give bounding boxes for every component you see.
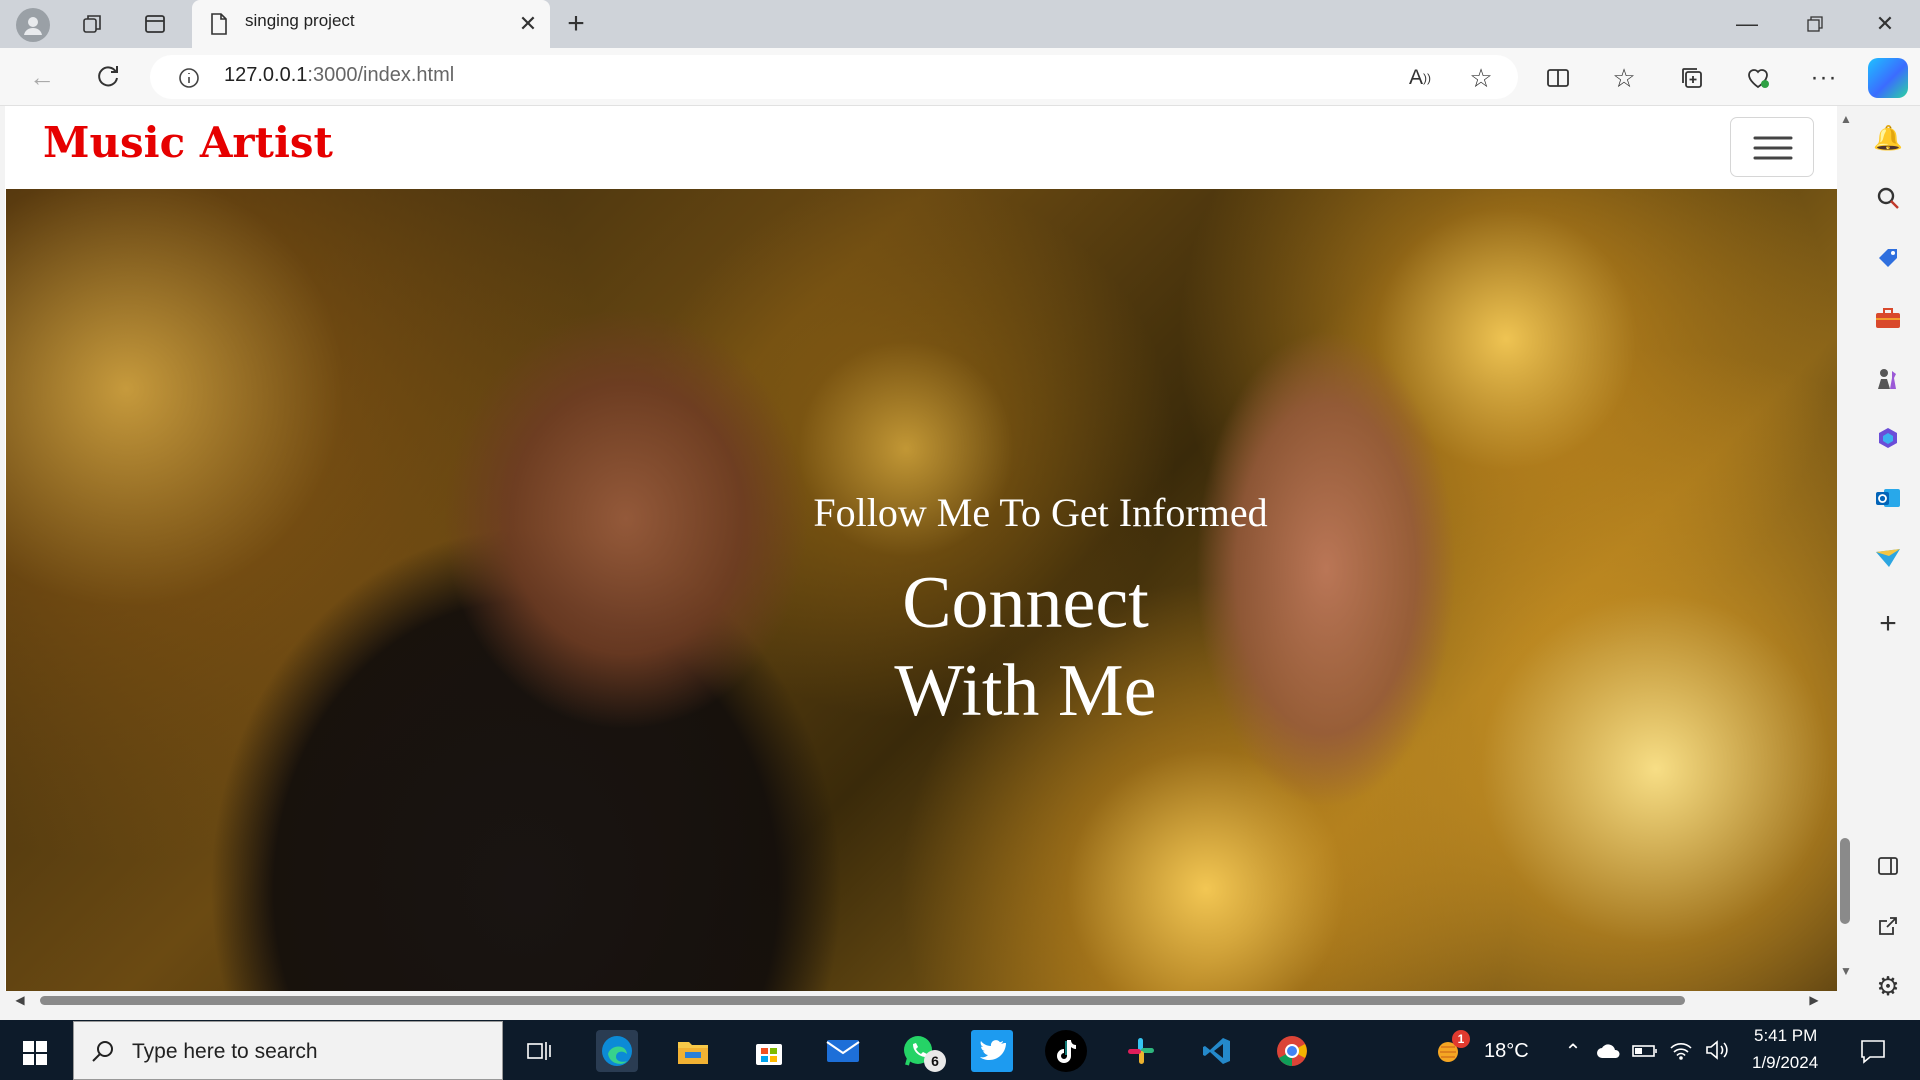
edge-taskbar-icon[interactable]: [596, 1030, 638, 1072]
vscode-icon[interactable]: [1196, 1030, 1238, 1072]
outlook-icon[interactable]: [1872, 482, 1904, 514]
back-icon[interactable]: ←: [26, 62, 58, 92]
hide-sidebar-icon[interactable]: [1872, 850, 1904, 882]
minimize-icon[interactable]: —: [1732, 10, 1762, 38]
refresh-icon[interactable]: [92, 60, 124, 92]
favorite-star-icon[interactable]: ☆: [1465, 62, 1497, 94]
wifi-icon[interactable]: [1668, 1038, 1694, 1062]
taskbar-search-placeholder: Type here to search: [132, 1040, 318, 1063]
sidebar-settings-gear-icon[interactable]: ⚙: [1872, 970, 1904, 1002]
mail-icon[interactable]: [822, 1030, 864, 1072]
copilot-icon[interactable]: [1868, 58, 1908, 98]
split-screen-icon[interactable]: [1542, 62, 1574, 94]
more-options-icon[interactable]: ···: [1808, 62, 1840, 94]
collections-icon[interactable]: [1676, 62, 1708, 94]
hero-title: Connect With Me: [6, 559, 1837, 735]
hero-title-line-1: Connect: [902, 562, 1149, 644]
site-brand[interactable]: Music Artist: [43, 118, 333, 167]
hero-banner-image: Follow Me To Get Informed Connect With M…: [6, 189, 1837, 991]
microsoft-365-icon[interactable]: [1872, 422, 1904, 454]
horizontal-scroll-thumb[interactable]: [40, 996, 1685, 1005]
read-aloud-icon[interactable]: A)): [1404, 63, 1436, 93]
battery-icon[interactable]: [1632, 1040, 1658, 1062]
close-window-icon[interactable]: ✕: [1870, 10, 1900, 38]
add-sidebar-app-icon[interactable]: +: [1872, 607, 1904, 640]
tiktok-icon[interactable]: [1045, 1030, 1087, 1072]
microsoft-store-icon[interactable]: [748, 1030, 790, 1072]
page-viewport: Music Artist Follow Me To Get Informed C…: [5, 106, 1837, 991]
site-navbar: Music Artist: [5, 106, 1837, 188]
onedrive-cloud-icon[interactable]: [1596, 1040, 1622, 1062]
site-info-icon[interactable]: [175, 64, 203, 92]
hero-title-line-2: With Me: [894, 650, 1157, 732]
weather-temperature[interactable]: 18°C: [1484, 1040, 1529, 1063]
weather-badge: 1: [1452, 1030, 1470, 1048]
drop-send-icon[interactable]: [1872, 542, 1904, 574]
scroll-up-icon[interactable]: ▲: [1837, 112, 1855, 126]
task-view-icon[interactable]: [518, 1030, 560, 1072]
scroll-right-icon[interactable]: ▶: [1806, 992, 1822, 1008]
tab-title: singing project: [245, 11, 355, 30]
tools-briefcase-icon[interactable]: [1872, 302, 1904, 334]
scroll-left-icon[interactable]: ◀: [12, 992, 28, 1008]
workspaces-icon[interactable]: [78, 9, 108, 39]
games-chess-icon[interactable]: [1872, 362, 1904, 394]
notifications-bell-icon[interactable]: 🔔: [1872, 122, 1904, 154]
windows-start-icon[interactable]: [18, 1036, 52, 1070]
close-tab-icon[interactable]: ✕: [516, 11, 540, 36]
file-explorer-icon[interactable]: [672, 1030, 714, 1072]
slack-icon[interactable]: [1120, 1030, 1162, 1072]
shopping-tag-icon[interactable]: [1872, 242, 1904, 274]
restore-icon[interactable]: [1800, 10, 1830, 38]
taskbar-search-icon: [88, 1036, 118, 1066]
whatsapp-badge: 6: [924, 1050, 946, 1072]
chrome-icon[interactable]: [1271, 1030, 1313, 1072]
profile-avatar-icon[interactable]: [16, 8, 50, 42]
page-icon: [208, 11, 230, 37]
search-icon[interactable]: [1872, 182, 1904, 214]
clock-date[interactable]: 1/9/2024: [1752, 1053, 1818, 1073]
hero-subtitle: Follow Me To Get Informed: [813, 490, 1268, 535]
browser-essentials-icon[interactable]: [1742, 62, 1774, 94]
volume-icon[interactable]: [1704, 1038, 1730, 1062]
show-hidden-icons-chevron-icon[interactable]: ⌃: [1562, 1040, 1584, 1063]
vertical-scroll-thumb[interactable]: [1840, 838, 1850, 924]
favorites-icon[interactable]: ☆: [1608, 62, 1640, 94]
new-tab-icon[interactable]: +: [560, 7, 592, 40]
clock-time[interactable]: 5:41 PM: [1754, 1026, 1817, 1046]
open-external-icon[interactable]: [1872, 910, 1904, 942]
url-text[interactable]: 127.0.0.1:3000/index.html: [224, 64, 454, 87]
vertical-tabs-icon[interactable]: [140, 9, 170, 39]
notification-center-icon[interactable]: [1858, 1036, 1888, 1066]
navbar-toggle-button[interactable]: [1730, 117, 1814, 177]
scroll-down-icon[interactable]: ▼: [1837, 964, 1855, 978]
twitter-icon[interactable]: [971, 1030, 1013, 1072]
hamburger-icon: [1753, 136, 1793, 160]
